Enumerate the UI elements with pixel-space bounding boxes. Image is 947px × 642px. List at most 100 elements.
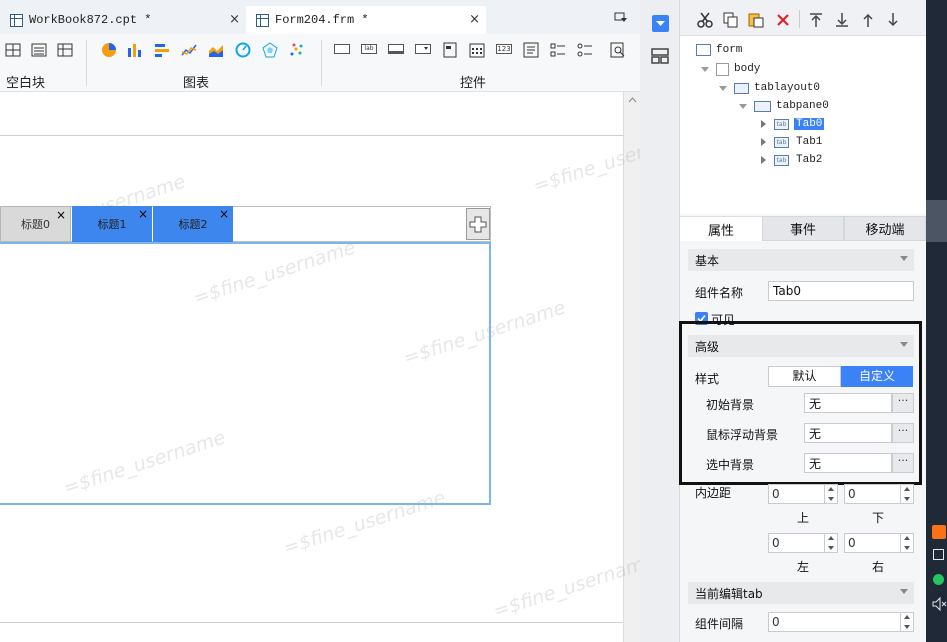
button-icon[interactable] bbox=[388, 44, 404, 54]
desktop-edge bbox=[926, 0, 947, 642]
label-icon[interactable]: lab bbox=[361, 44, 377, 54]
tabpane-icon bbox=[754, 100, 771, 112]
widget-tree-toggle[interactable] bbox=[652, 15, 669, 32]
layout-panel-icon[interactable] bbox=[651, 47, 669, 65]
tree-node-tab1[interactable]: tab Tab1 bbox=[758, 134, 824, 150]
move-top-icon[interactable] bbox=[808, 12, 824, 28]
tab-label: WorkBook872.cpt * bbox=[29, 13, 152, 27]
section-basic[interactable]: 基本 bbox=[688, 249, 914, 271]
name-label: 组件名称 bbox=[695, 286, 744, 300]
expand-icon[interactable] bbox=[700, 64, 710, 74]
padding-left-spinner[interactable]: 0 bbox=[768, 533, 838, 553]
close-icon[interactable]: × bbox=[56, 208, 66, 222]
divider bbox=[86, 40, 87, 86]
spinner-arrows[interactable] bbox=[900, 534, 913, 552]
collapse-icon[interactable] bbox=[758, 137, 768, 147]
move-down-icon[interactable] bbox=[885, 12, 901, 28]
form-icon bbox=[696, 44, 711, 56]
form-tab-0[interactable]: 标题0 × bbox=[0, 206, 71, 242]
close-icon[interactable]: × bbox=[138, 207, 148, 221]
spinner-value: 0 bbox=[772, 536, 780, 550]
delete-icon[interactable] bbox=[775, 12, 791, 28]
section-current-tab[interactable]: 当前编辑tab bbox=[688, 582, 914, 604]
form-tab-1[interactable]: 标题1 × bbox=[72, 206, 152, 242]
tablayout-icon bbox=[734, 82, 749, 94]
collapse-icon[interactable] bbox=[758, 119, 768, 129]
section-title: 当前编辑tab bbox=[695, 586, 763, 601]
line-chart-icon[interactable] bbox=[181, 42, 197, 58]
scroll-up-icon[interactable] bbox=[628, 97, 637, 103]
textarea-icon[interactable] bbox=[523, 42, 539, 58]
tree-node-tablayout0[interactable]: tablayout0 bbox=[718, 80, 820, 96]
spinner-arrows[interactable] bbox=[824, 485, 837, 503]
close-icon[interactable]: × bbox=[219, 207, 229, 221]
vertical-scrollbar[interactable] bbox=[623, 92, 640, 642]
close-icon[interactable]: × bbox=[469, 12, 480, 27]
collapse-icon[interactable] bbox=[758, 155, 768, 165]
tab-events[interactable]: 事件 bbox=[762, 216, 844, 241]
paste-icon[interactable] bbox=[748, 12, 764, 28]
layout-fit-icon[interactable] bbox=[31, 42, 47, 58]
tab-form[interactable]: Form204.frm * × bbox=[246, 6, 486, 34]
tree-node-tab0[interactable]: tab Tab0 bbox=[758, 116, 825, 132]
add-tab-button[interactable] bbox=[466, 208, 490, 240]
tab-content-area[interactable] bbox=[0, 242, 491, 505]
expand-icon[interactable] bbox=[738, 101, 748, 111]
form-tab-2[interactable]: 标题2 × bbox=[153, 206, 233, 242]
spinner-arrows[interactable] bbox=[900, 613, 913, 631]
number-icon[interactable]: 123 bbox=[496, 44, 512, 54]
tab-title: 标题1 bbox=[97, 218, 127, 231]
horizontal-bar-icon[interactable] bbox=[154, 42, 170, 58]
scatter-chart-icon[interactable] bbox=[289, 42, 305, 58]
padding-bottom-spinner[interactable]: 0 bbox=[844, 484, 914, 504]
area-chart-icon[interactable] bbox=[208, 42, 224, 58]
copy-icon[interactable] bbox=[723, 12, 739, 28]
gap-spinner[interactable]: 0 bbox=[768, 612, 914, 632]
tab-workbook[interactable]: WorkBook872.cpt * × bbox=[0, 6, 246, 34]
tree-node-tabpane0[interactable]: tabpane0 bbox=[738, 98, 829, 114]
layout-absolute-icon[interactable] bbox=[5, 42, 21, 58]
cut-icon[interactable] bbox=[697, 12, 713, 28]
bar-chart-icon[interactable] bbox=[127, 42, 143, 58]
tree-node-tab2[interactable]: tab Tab2 bbox=[758, 152, 824, 168]
combobox-icon[interactable] bbox=[415, 44, 431, 54]
search-icon[interactable] bbox=[610, 42, 626, 58]
wechat-icon[interactable] bbox=[933, 574, 944, 585]
move-up-icon[interactable] bbox=[860, 12, 876, 28]
expand-icon[interactable] bbox=[718, 83, 728, 93]
bottom-label: 下 bbox=[872, 511, 885, 525]
tree-label: tablayout0 bbox=[754, 82, 821, 94]
gauge-chart-icon[interactable] bbox=[235, 42, 251, 58]
textbox-icon[interactable] bbox=[334, 44, 350, 54]
tab-properties[interactable]: 属性 bbox=[680, 216, 762, 241]
spinner-arrows[interactable] bbox=[824, 534, 837, 552]
tree-label: Tab1 bbox=[796, 136, 823, 148]
tree-label-selected: Tab0 bbox=[794, 118, 825, 130]
checkbox-list-icon[interactable] bbox=[550, 42, 566, 58]
window-icon[interactable] bbox=[933, 549, 944, 560]
divider bbox=[799, 10, 800, 28]
tab-icon: tab bbox=[774, 154, 789, 166]
volume-mute-icon[interactable] bbox=[931, 596, 947, 612]
radio-list-icon[interactable] bbox=[577, 42, 593, 58]
move-bottom-icon[interactable] bbox=[834, 12, 850, 28]
group-label-blank: 空白块 bbox=[6, 76, 46, 91]
padding-top-spinner[interactable]: 0 bbox=[768, 484, 838, 504]
frame-icon[interactable] bbox=[442, 42, 458, 58]
tab-menu-icon[interactable] bbox=[614, 12, 628, 24]
close-icon[interactable]: × bbox=[229, 12, 240, 27]
tree-node-body[interactable]: body bbox=[700, 61, 760, 77]
date-icon[interactable] bbox=[469, 42, 485, 58]
ribbon-toolbar: 空白块 图表 lab 123 控件 bbox=[0, 34, 640, 117]
tree-node-form[interactable]: form bbox=[696, 42, 742, 58]
spinner-arrows[interactable] bbox=[900, 485, 913, 503]
name-input[interactable]: Tab0 bbox=[768, 281, 914, 301]
padding-right-spinner[interactable]: 0 bbox=[844, 533, 914, 553]
tab-mobile[interactable]: 移动端 bbox=[844, 216, 926, 241]
radar-chart-icon[interactable] bbox=[262, 42, 278, 58]
layout-grid-icon[interactable] bbox=[57, 42, 73, 58]
spreadsheet-icon bbox=[10, 13, 23, 27]
mail-icon[interactable] bbox=[932, 525, 946, 539]
highlight-box bbox=[679, 321, 922, 485]
pie-chart-icon[interactable] bbox=[101, 42, 117, 58]
